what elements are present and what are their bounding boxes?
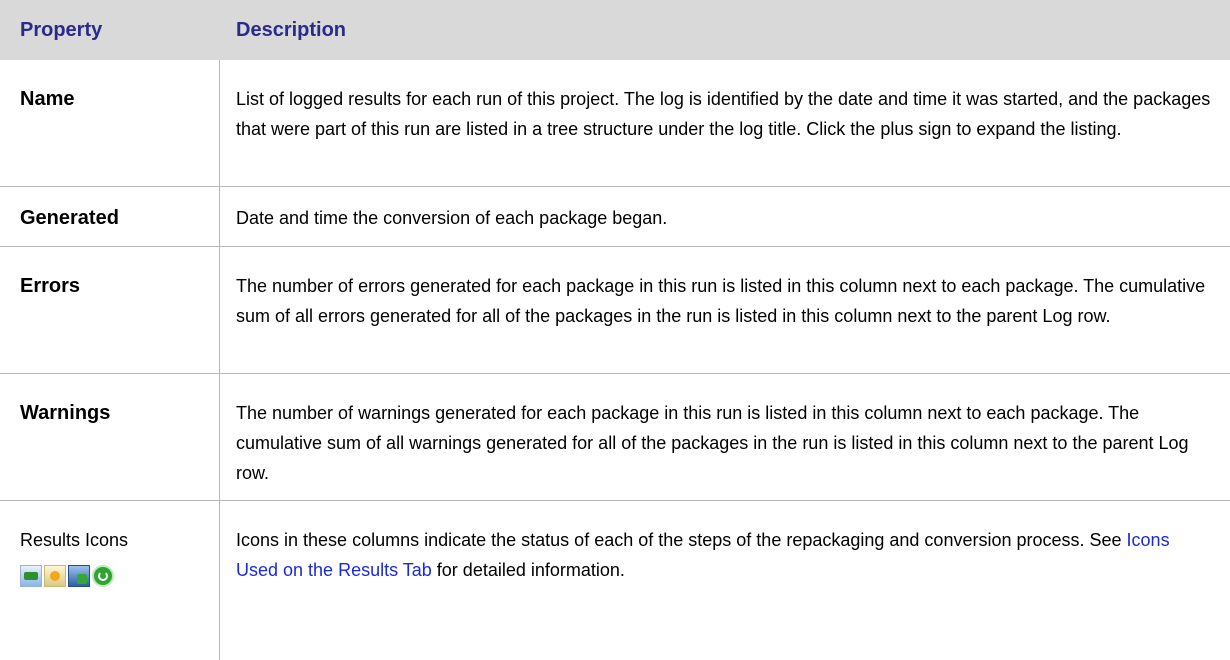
description-text: The number of errors generated for each … — [236, 276, 1206, 326]
header-description: Description — [236, 19, 347, 41]
property-cell: Name — [0, 60, 220, 186]
monitor-green-icon — [20, 565, 42, 587]
property-name: Generated — [20, 207, 119, 229]
description-text: The number of warnings generated for eac… — [236, 403, 1189, 483]
description-cell: Icons in these columns indicate the stat… — [236, 501, 1216, 660]
header-property: Property — [20, 19, 103, 41]
description-text: Icons in these columns indicate the stat… — [236, 525, 1216, 585]
property-name: Results Icons — [20, 530, 129, 550]
table-row: Generated Date and time the conversion o… — [0, 187, 1230, 247]
description-text: List of logged results for each run of t… — [236, 89, 1211, 139]
property-cell: Results Icons — [0, 501, 220, 660]
table-row: Name List of logged results for each run… — [0, 60, 1230, 187]
property-table: Property Description Name List of logged… — [0, 0, 1230, 660]
description-cell: The number of warnings generated for eac… — [236, 374, 1216, 500]
property-name: Warnings — [20, 402, 111, 424]
results-icons — [20, 565, 219, 587]
description-text: Date and time the conversion of each pac… — [236, 208, 668, 228]
description-text-post: for detailed information. — [431, 560, 625, 580]
table-row: Results Icons Icons in these columns ind… — [0, 501, 1230, 660]
monitor-blue-icon — [68, 565, 90, 587]
property-cell: Warnings — [0, 374, 220, 500]
table-row: Warnings The number of warnings generate… — [0, 374, 1230, 501]
property-cell: Errors — [0, 247, 220, 373]
table-row: Errors The number of errors generated fo… — [0, 247, 1230, 374]
description-cell: List of logged results for each run of t… — [236, 60, 1216, 186]
description-text-pre: Icons in these columns indicate the stat… — [236, 530, 1127, 550]
monitor-yellow-icon — [44, 565, 66, 587]
property-name: Errors — [20, 275, 81, 297]
description-cell: Date and time the conversion of each pac… — [236, 187, 1216, 246]
refresh-green-icon — [92, 565, 114, 587]
property-cell: Generated — [0, 187, 220, 246]
table-header: Property Description — [0, 0, 1230, 60]
property-name: Name — [20, 88, 75, 110]
description-cell: The number of errors generated for each … — [236, 247, 1216, 373]
